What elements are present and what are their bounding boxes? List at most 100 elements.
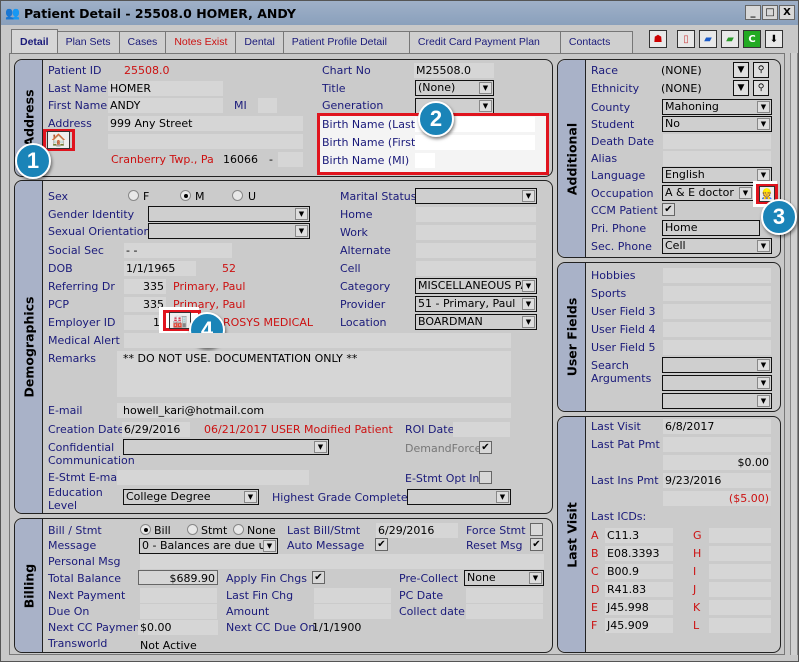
gender-identity-select[interactable]: ▼: [148, 206, 310, 222]
address-line1-field[interactable]: 999 Any Street: [108, 116, 303, 131]
provider-label: Provider: [340, 298, 386, 311]
tab-cases[interactable]: Cases: [118, 31, 167, 53]
user-field-5-input[interactable]: [663, 340, 771, 355]
zip4-field[interactable]: [278, 152, 303, 167]
force-stmt-checkbox[interactable]: [530, 523, 543, 536]
student-select[interactable]: No ▼: [662, 116, 772, 132]
confidential-communication-select[interactable]: ▼: [123, 439, 329, 455]
last-name-field[interactable]: HOMER: [108, 81, 223, 96]
location-label: Location: [340, 316, 387, 329]
birth-name-first-field[interactable]: [415, 135, 535, 150]
tab-plan-sets[interactable]: Plan Sets: [56, 31, 120, 53]
document-icon[interactable]: ▯: [677, 30, 695, 48]
roi-date-field[interactable]: [453, 422, 510, 437]
alias-field[interactable]: [663, 151, 771, 166]
close-button[interactable]: X: [779, 5, 795, 20]
dob-field[interactable]: 1/1/1965: [124, 261, 196, 276]
alternate-phone-field[interactable]: [416, 243, 536, 258]
bill-radio[interactable]: [140, 524, 151, 535]
medical-alert-field[interactable]: [124, 333, 511, 348]
green-book-icon[interactable]: ▰: [721, 30, 739, 48]
ethnicity-pin-icon[interactable]: ⚲: [753, 80, 769, 96]
county-select[interactable]: Mahoning ▼: [662, 99, 772, 115]
tab-patient-profile-detail[interactable]: Patient Profile Detail: [282, 31, 410, 53]
tab-detail[interactable]: Detail: [11, 29, 58, 53]
mi-field[interactable]: [258, 98, 277, 113]
occupation-label: Occupation: [591, 187, 654, 200]
auto-message-checkbox[interactable]: ✔: [375, 538, 388, 551]
referring-dr-id-field[interactable]: 335: [124, 279, 166, 294]
birth-name-mi-field[interactable]: [415, 153, 435, 168]
work-phone-field[interactable]: [416, 225, 536, 240]
demandforce-checkbox[interactable]: ✔: [479, 441, 492, 454]
race-dropdown[interactable]: ▼: [733, 62, 749, 78]
education-select[interactable]: College Degree ▼: [123, 489, 259, 505]
cell-phone-field[interactable]: [416, 261, 536, 276]
location-select[interactable]: BOARDMAN ▼: [415, 314, 537, 330]
bill-option: Bill: [154, 524, 171, 537]
user-field-4-input[interactable]: [663, 322, 771, 337]
tab-dental[interactable]: Dental: [235, 31, 284, 53]
tab-notes-exist[interactable]: Notes Exist: [165, 31, 237, 53]
user-field-3-input[interactable]: [663, 304, 771, 319]
icd-code-e: J45.998: [605, 600, 673, 615]
minimize-button[interactable]: _: [745, 5, 761, 20]
pc-date-field[interactable]: [466, 588, 543, 603]
sex-radio-f[interactable]: [128, 190, 139, 201]
email-field[interactable]: howell_kari@hotmail.com: [117, 403, 511, 418]
ccm-patient-checkbox[interactable]: ✔: [662, 203, 675, 216]
social-sec-field[interactable]: - -: [124, 243, 232, 258]
sex-radio-u[interactable]: [232, 190, 243, 201]
home-phone-field[interactable]: [416, 207, 536, 222]
sports-field[interactable]: [663, 286, 771, 301]
category-select[interactable]: MISCELLANEOUS PA ▼: [415, 278, 537, 294]
sex-radio-m[interactable]: [180, 190, 191, 201]
callout-badge-3: 3: [761, 199, 797, 235]
reset-msg-checkbox[interactable]: ✔: [530, 538, 543, 551]
tab-contacts[interactable]: Contacts: [559, 31, 634, 53]
marital-status-select[interactable]: ▼: [415, 188, 537, 204]
first-name-field[interactable]: ANDY: [108, 98, 223, 113]
personal-msg-field[interactable]: [140, 554, 544, 569]
none-radio[interactable]: [233, 524, 244, 535]
title-select[interactable]: (None) ▼: [415, 80, 494, 96]
next-payment-field[interactable]: [140, 588, 217, 603]
remarks-field[interactable]: ** DO NOT USE. DOCUMENTATION ONLY **: [117, 351, 511, 397]
death-date-field[interactable]: [663, 134, 771, 149]
search-argument-2-select[interactable]: ▼: [662, 375, 772, 391]
green-c-icon[interactable]: C: [743, 30, 761, 48]
email-label: E-mail: [48, 404, 83, 417]
maximize-button[interactable]: □: [762, 5, 778, 20]
tab-credit-card-payment-plan[interactable]: Credit Card Payment Plan: [408, 31, 561, 53]
message-select[interactable]: 0 - Balances are due up ▼: [139, 538, 278, 554]
address-line2-field[interactable]: [108, 134, 303, 149]
provider-select[interactable]: 51 - Primary, Paul ▼: [415, 296, 537, 312]
estmt-email-field[interactable]: [117, 470, 309, 485]
race-pin-icon[interactable]: ⚲: [753, 62, 769, 78]
down-arrow-icon[interactable]: ⬇: [765, 30, 783, 48]
search-argument-1-select[interactable]: ▼: [662, 357, 772, 373]
sexual-orientation-select[interactable]: ▼: [148, 223, 310, 239]
chart-no-field[interactable]: M25508.0: [414, 63, 494, 78]
last-pat-pmt-amount-field: $0.00: [663, 455, 771, 470]
estmt-opt-in-checkbox[interactable]: [479, 471, 492, 484]
hobbies-field[interactable]: [663, 268, 771, 283]
work-phone-label: Work: [340, 226, 368, 239]
patient-alert-icon[interactable]: ☗: [649, 30, 667, 48]
search-argument-3-select[interactable]: ▼: [662, 393, 772, 409]
stmt-radio[interactable]: [187, 524, 198, 535]
ethnicity-dropdown[interactable]: ▼: [733, 80, 749, 96]
pri-phone-select[interactable]: Home: [662, 220, 760, 236]
apply-fin-chgs-checkbox[interactable]: ✔: [312, 571, 325, 584]
employer-lookup-icon[interactable]: 🏭: [169, 312, 191, 329]
pre-collect-select[interactable]: None ▼: [464, 570, 544, 586]
sec-phone-select[interactable]: Cell ▼: [662, 238, 772, 254]
due-on-field[interactable]: [140, 604, 217, 619]
blue-book-icon[interactable]: ▰: [699, 30, 717, 48]
collect-date-field[interactable]: [466, 604, 543, 619]
vertical-scrollbar[interactable]: [790, 53, 798, 655]
employer-id-field[interactable]: 1: [124, 315, 162, 330]
occupation-select[interactable]: A & E doctor ▼: [662, 185, 754, 201]
home-address-icon[interactable]: 🏠: [47, 131, 70, 149]
highest-grade-select[interactable]: ▼: [407, 489, 511, 505]
